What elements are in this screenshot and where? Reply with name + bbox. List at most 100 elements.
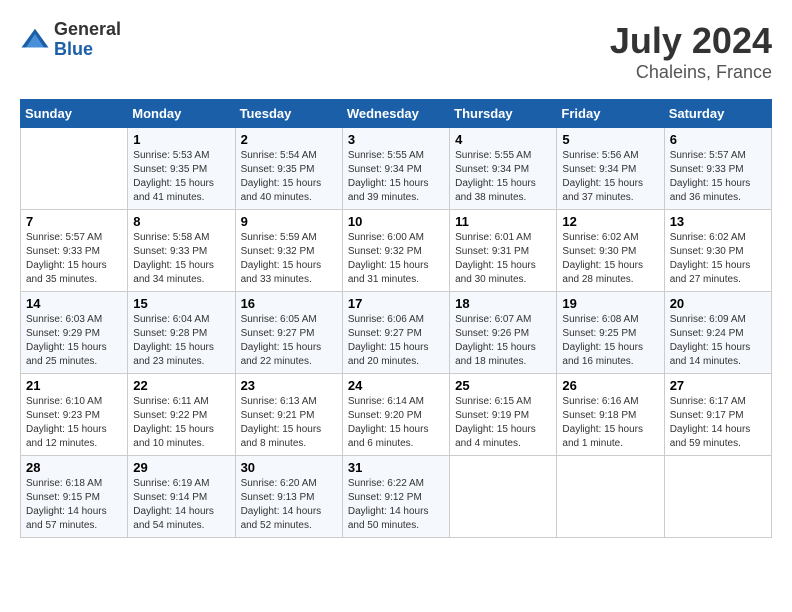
day-info: Sunrise: 5:55 AM Sunset: 9:34 PM Dayligh… — [455, 149, 551, 205]
calendar-cell: 1Sunrise: 5:53 AM Sunset: 9:35 PM Daylig… — [128, 128, 235, 210]
column-header-sunday: Sunday — [21, 100, 128, 128]
day-number: 4 — [455, 132, 551, 147]
day-number: 26 — [562, 378, 658, 393]
day-number: 11 — [455, 214, 551, 229]
logo-blue: Blue — [54, 39, 93, 59]
logo-general: General — [54, 19, 121, 39]
day-number: 19 — [562, 296, 658, 311]
calendar-cell: 4 Sunrise: 5:55 AM Sunset: 9:34 PM Daylig… — [450, 128, 557, 210]
day-info: Sunrise: 6:03 AM Sunset: 9:29 PM Dayligh… — [26, 313, 122, 369]
location-subtitle: Chaleins, France — [610, 62, 772, 83]
calendar-cell: 24 Sunrise: 6:14 AM Sunset: 9:20 PM Dayli… — [342, 374, 449, 456]
column-header-friday: Friday — [557, 100, 664, 128]
page-header: General Blue July 2024 Chaleins, France — [20, 20, 772, 83]
day-number: 22 — [133, 378, 229, 393]
column-header-saturday: Saturday — [664, 100, 771, 128]
calendar-cell: 27 Sunrise: 6:17 AM Sunset: 9:17 PM Dayli… — [664, 374, 771, 456]
calendar-cell: 19 Sunrise: 6:08 AM Sunset: 9:25 PM Dayli… — [557, 292, 664, 374]
calendar-cell: 13 Sunrise: 6:02 AM Sunset: 9:30 PM Dayli… — [664, 210, 771, 292]
day-number: 9 — [241, 214, 337, 229]
day-number: 27 — [670, 378, 766, 393]
day-number: 3 — [348, 132, 444, 147]
day-info: Sunrise: 5:56 AM Sunset: 9:34 PM Dayligh… — [562, 149, 658, 205]
day-number: 15 — [133, 296, 229, 311]
day-info: Sunrise: 5:55 AM Sunset: 9:34 PM Dayligh… — [348, 149, 444, 205]
calendar-cell: 14 Sunrise: 6:03 AM Sunset: 9:29 PM Dayli… — [21, 292, 128, 374]
calendar-cell: 12 Sunrise: 6:02 AM Sunset: 9:30 PM Dayli… — [557, 210, 664, 292]
day-info: Sunrise: 6:10 AM Sunset: 9:23 PM Dayligh… — [26, 395, 122, 451]
day-info: Sunrise: 6:08 AM Sunset: 9:25 PM Dayligh… — [562, 313, 658, 369]
calendar-cell: 7 Sunrise: 5:57 AM Sunset: 9:33 PM Daylig… — [21, 210, 128, 292]
day-info: Sunrise: 5:59 AM Sunset: 9:32 PM Dayligh… — [241, 231, 337, 287]
day-info: Sunrise: 5:54 AM Sunset: 9:35 PM Dayligh… — [241, 149, 337, 205]
column-header-tuesday: Tuesday — [235, 100, 342, 128]
day-number: 2 — [241, 132, 337, 147]
calendar-cell — [664, 456, 771, 538]
day-number: 12 — [562, 214, 658, 229]
day-number: 1 — [133, 132, 229, 147]
day-number: 24 — [348, 378, 444, 393]
calendar-cell: 9 Sunrise: 5:59 AM Sunset: 9:32 PM Daylig… — [235, 210, 342, 292]
calendar-cell: 17 Sunrise: 6:06 AM Sunset: 9:27 PM Dayli… — [342, 292, 449, 374]
day-number: 23 — [241, 378, 337, 393]
day-info: Sunrise: 5:57 AM Sunset: 9:33 PM Dayligh… — [26, 231, 122, 287]
calendar-cell: 10 Sunrise: 6:00 AM Sunset: 9:32 PM Dayli… — [342, 210, 449, 292]
day-info: Sunrise: 5:58 AM Sunset: 9:33 PM Dayligh… — [133, 231, 229, 287]
day-info: Sunrise: 6:19 AM Sunset: 9:14 PM Dayligh… — [133, 477, 229, 533]
day-info: Sunrise: 6:00 AM Sunset: 9:32 PM Dayligh… — [348, 231, 444, 287]
calendar-cell: 21 Sunrise: 6:10 AM Sunset: 9:23 PM Dayli… — [21, 374, 128, 456]
calendar-cell: 23 Sunrise: 6:13 AM Sunset: 9:21 PM Dayli… — [235, 374, 342, 456]
day-number: 31 — [348, 460, 444, 475]
calendar-cell — [557, 456, 664, 538]
day-number: 25 — [455, 378, 551, 393]
day-info: Sunrise: 6:14 AM Sunset: 9:20 PM Dayligh… — [348, 395, 444, 451]
day-info: Sunrise: 6:06 AM Sunset: 9:27 PM Dayligh… — [348, 313, 444, 369]
day-number: 21 — [26, 378, 122, 393]
day-info: Sunrise: 6:18 AM Sunset: 9:15 PM Dayligh… — [26, 477, 122, 533]
calendar-cell: 15 Sunrise: 6:04 AM Sunset: 9:28 PM Dayli… — [128, 292, 235, 374]
day-number: 29 — [133, 460, 229, 475]
month-year-title: July 2024 — [610, 20, 772, 62]
day-number: 8 — [133, 214, 229, 229]
column-header-thursday: Thursday — [450, 100, 557, 128]
calendar-cell: 25 Sunrise: 6:15 AM Sunset: 9:19 PM Dayli… — [450, 374, 557, 456]
calendar-cell: 16 Sunrise: 6:05 AM Sunset: 9:27 PM Dayli… — [235, 292, 342, 374]
day-info: Sunrise: 6:16 AM Sunset: 9:18 PM Dayligh… — [562, 395, 658, 451]
day-number: 13 — [670, 214, 766, 229]
day-info: Sunrise: 6:02 AM Sunset: 9:30 PM Dayligh… — [562, 231, 658, 287]
day-number: 16 — [241, 296, 337, 311]
day-number: 18 — [455, 296, 551, 311]
calendar-cell: 18Sunrise: 6:07 AM Sunset: 9:26 PM Dayli… — [450, 292, 557, 374]
calendar-cell — [21, 128, 128, 210]
day-info: Sunrise: 6:22 AM Sunset: 9:12 PM Dayligh… — [348, 477, 444, 533]
calendar-cell: 26 Sunrise: 6:16 AM Sunset: 9:18 PM Dayli… — [557, 374, 664, 456]
day-info: Sunrise: 6:13 AM Sunset: 9:21 PM Dayligh… — [241, 395, 337, 451]
calendar-cell: 22 Sunrise: 6:11 AM Sunset: 9:22 PM Dayli… — [128, 374, 235, 456]
day-number: 7 — [26, 214, 122, 229]
calendar-cell: 8 Sunrise: 5:58 AM Sunset: 9:33 PM Daylig… — [128, 210, 235, 292]
column-header-wednesday: Wednesday — [342, 100, 449, 128]
day-info: Sunrise: 6:04 AM Sunset: 9:28 PM Dayligh… — [133, 313, 229, 369]
calendar-table: SundayMondayTuesdayWednesdayThursdayFrid… — [20, 99, 772, 538]
calendar-cell: 3 Sunrise: 5:55 AM Sunset: 9:34 PM Daylig… — [342, 128, 449, 210]
day-number: 14 — [26, 296, 122, 311]
title-area: July 2024 Chaleins, France — [610, 20, 772, 83]
day-number: 20 — [670, 296, 766, 311]
day-number: 17 — [348, 296, 444, 311]
calendar-cell: 29 Sunrise: 6:19 AM Sunset: 9:14 PM Dayli… — [128, 456, 235, 538]
day-info: Sunrise: 6:15 AM Sunset: 9:19 PM Dayligh… — [455, 395, 551, 451]
day-info: Sunrise: 6:20 AM Sunset: 9:13 PM Dayligh… — [241, 477, 337, 533]
calendar-cell: 2 Sunrise: 5:54 AM Sunset: 9:35 PM Daylig… — [235, 128, 342, 210]
day-info: Sunrise: 6:17 AM Sunset: 9:17 PM Dayligh… — [670, 395, 766, 451]
day-info: Sunrise: 6:02 AM Sunset: 9:30 PM Dayligh… — [670, 231, 766, 287]
day-number: 10 — [348, 214, 444, 229]
day-number: 5 — [562, 132, 658, 147]
day-number: 6 — [670, 132, 766, 147]
logo-text: General Blue — [54, 20, 121, 60]
calendar-cell: 31 Sunrise: 6:22 AM Sunset: 9:12 PM Dayli… — [342, 456, 449, 538]
calendar-cell: 6Sunrise: 5:57 AM Sunset: 9:33 PM Daylig… — [664, 128, 771, 210]
calendar-cell: 20Sunrise: 6:09 AM Sunset: 9:24 PM Dayli… — [664, 292, 771, 374]
day-info: Sunrise: 6:11 AM Sunset: 9:22 PM Dayligh… — [133, 395, 229, 451]
day-info: Sunrise: 6:05 AM Sunset: 9:27 PM Dayligh… — [241, 313, 337, 369]
calendar-cell: 5 Sunrise: 5:56 AM Sunset: 9:34 PM Daylig… — [557, 128, 664, 210]
